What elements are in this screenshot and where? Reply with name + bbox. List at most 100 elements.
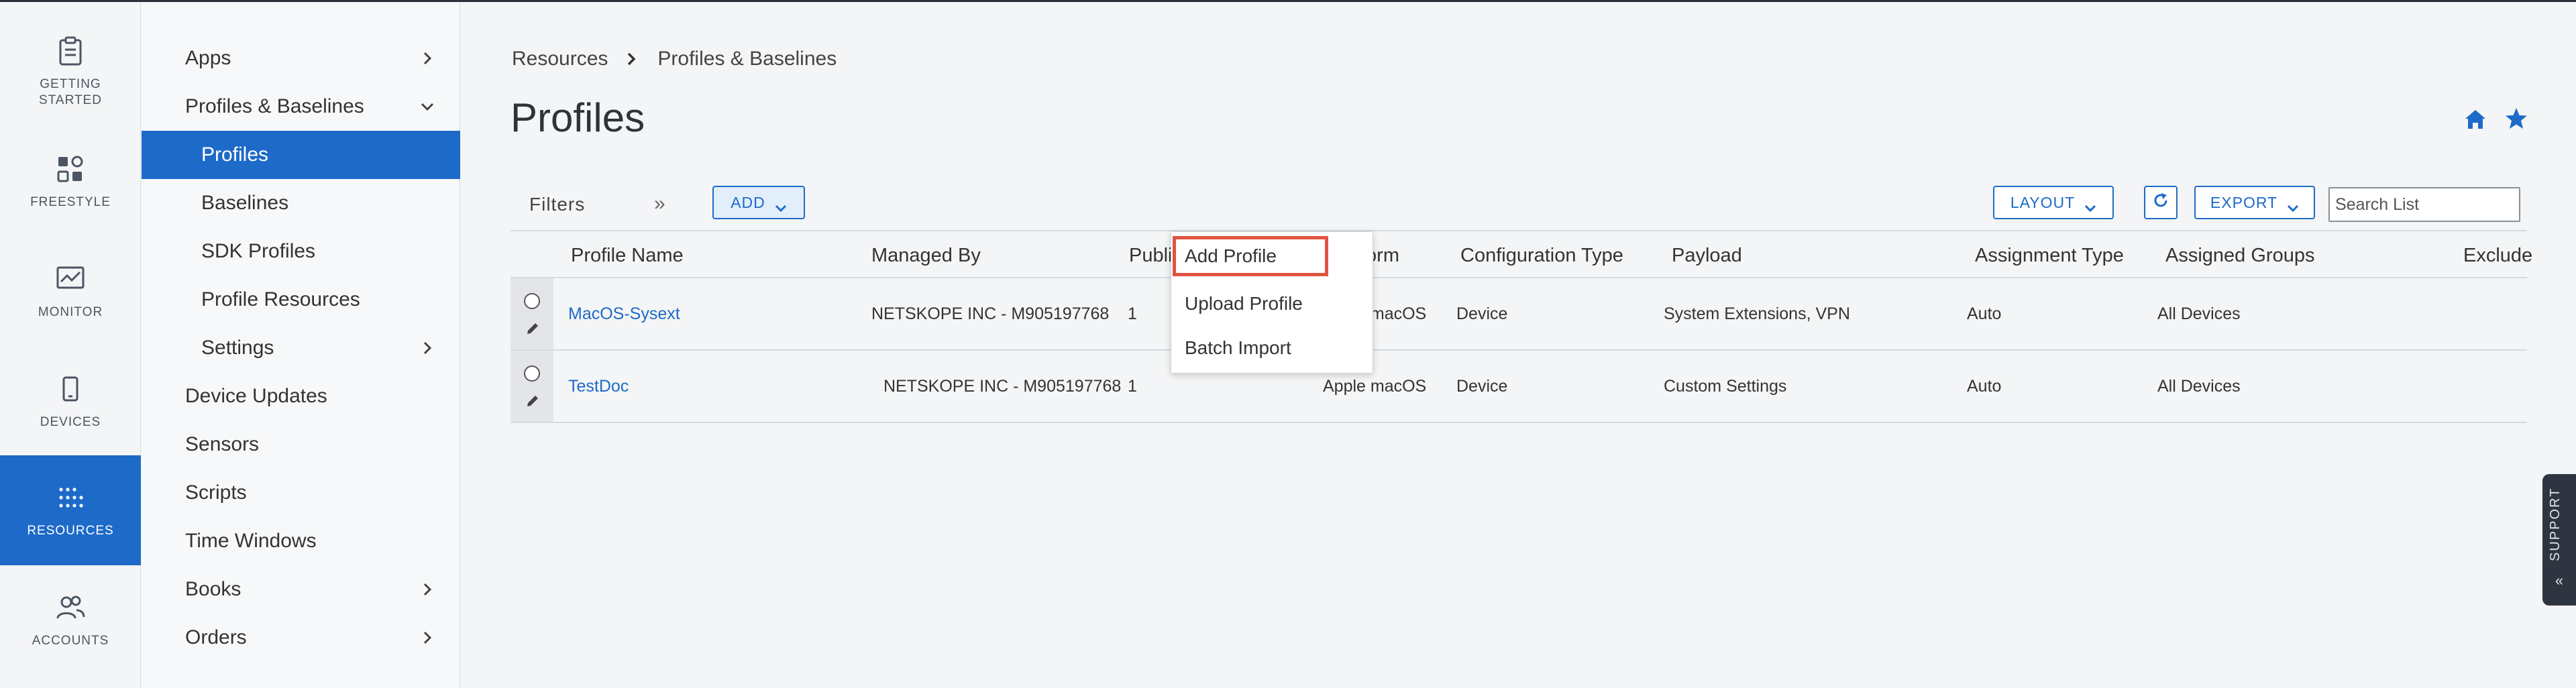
rail-item-devices[interactable]: DEVICES xyxy=(0,347,141,457)
rail-item-accounts[interactable]: ACCOUNTS xyxy=(0,565,141,675)
column-header-exclude[interactable]: Exclude xyxy=(2463,231,2532,280)
refresh-button[interactable] xyxy=(2144,186,2178,219)
nav-item-device-updates[interactable]: Device Updates xyxy=(142,372,460,420)
assignment-type-cell: Auto xyxy=(1967,376,2002,396)
table-header: Profile Name Managed By Published Versio… xyxy=(511,230,2532,280)
rail-label: ACCOUNTS xyxy=(32,634,109,648)
export-button[interactable]: EXPORT xyxy=(2194,186,2315,219)
nav-item-sdk-profiles[interactable]: SDK Profiles xyxy=(142,227,460,276)
nav-item-label: Orders xyxy=(185,626,247,648)
configuration-type-cell: Device xyxy=(1456,304,1508,323)
star-icon[interactable] xyxy=(2504,107,2528,131)
nav-item-label: Baselines xyxy=(201,192,289,214)
freestyle-icon xyxy=(54,153,87,185)
column-header-payload[interactable]: Payload xyxy=(1672,231,1742,280)
nav-item-books[interactable]: Books xyxy=(142,565,460,614)
rail-item-getting-started[interactable]: GETTING STARTED xyxy=(0,17,141,127)
nav-item-label: Profile Resources xyxy=(201,288,360,310)
support-tab[interactable]: SUPPORT « xyxy=(2542,474,2576,606)
clipboard-icon xyxy=(54,35,87,67)
chevron-down-icon xyxy=(420,99,435,114)
layout-button-label: LAYOUT xyxy=(2010,193,2076,211)
left-icon-rail: GETTING STARTED FREESTYLE MONITOR DEVICES… xyxy=(0,2,141,688)
breadcrumb-resources[interactable]: Resources xyxy=(512,48,608,70)
home-icon[interactable] xyxy=(2464,108,2487,131)
column-header-configuration-type[interactable]: Configuration Type xyxy=(1460,231,1623,280)
row-select-radio[interactable] xyxy=(524,293,540,309)
payload-cell: Custom Settings xyxy=(1664,376,1787,396)
rail-item-monitor[interactable]: MONITOR xyxy=(0,237,141,347)
phone-icon xyxy=(54,373,87,405)
add-button[interactable]: ADD xyxy=(712,186,805,219)
row-controls xyxy=(511,351,553,422)
profile-name-link[interactable]: TestDoc xyxy=(568,351,629,422)
nav-item-label: Time Windows xyxy=(185,530,317,552)
nav-item-time-windows[interactable]: Time Windows xyxy=(142,517,460,565)
pencil-icon[interactable] xyxy=(525,394,540,408)
chevron-down-icon xyxy=(2287,198,2299,213)
rail-item-freestyle[interactable]: FREESTYLE xyxy=(0,127,141,237)
pencil-icon[interactable] xyxy=(525,321,540,336)
row-select-radio[interactable] xyxy=(524,365,540,382)
chevron-right-icon xyxy=(627,52,639,66)
nav-item-label: Settings xyxy=(201,337,274,359)
breadcrumb: Resources Profiles & Baselines xyxy=(512,48,837,70)
expand-filters-icon[interactable]: » xyxy=(654,194,674,214)
column-header-profile-name[interactable]: Profile Name xyxy=(571,231,684,280)
main-content: Resources Profiles & Baselines Profiles … xyxy=(461,2,2576,688)
nav-item-label: Profiles xyxy=(201,144,269,166)
chevron-down-icon xyxy=(775,198,787,213)
users-icon xyxy=(54,591,87,624)
payload-cell: System Extensions, VPN xyxy=(1664,304,1850,323)
secondary-nav: Apps Profiles & Baselines Profiles Basel… xyxy=(142,2,460,688)
chevron-right-icon xyxy=(420,341,435,355)
rail-label: GETTING STARTED xyxy=(39,77,102,107)
nav-item-label: Device Updates xyxy=(185,385,327,407)
chevron-down-icon xyxy=(2084,198,2096,213)
column-header-assigned-groups[interactable]: Assigned Groups xyxy=(2165,231,2314,280)
assigned-groups-cell: All Devices xyxy=(2157,376,2241,396)
nav-item-label: SDK Profiles xyxy=(201,240,316,262)
nav-item-label: Books xyxy=(185,578,241,600)
rail-label: MONITOR xyxy=(38,305,103,319)
published-version-cell: 1 xyxy=(1128,376,1137,396)
rail-label: RESOURCES xyxy=(27,524,114,538)
monitor-icon xyxy=(54,263,87,295)
add-dropdown-menu: Add Profile Upload Profile Batch Import xyxy=(1171,231,1373,374)
filters-label[interactable]: Filters xyxy=(529,194,585,215)
configuration-type-cell: Device xyxy=(1456,376,1508,396)
breadcrumb-current: Profiles & Baselines xyxy=(657,48,837,70)
layout-button[interactable]: LAYOUT xyxy=(1993,186,2114,219)
chevron-right-icon xyxy=(420,630,435,645)
table-row[interactable]: MacOS-Sysext NETSKOPE INC - M905197768 1… xyxy=(511,278,2527,351)
support-label: SUPPORT xyxy=(2548,487,2563,561)
nav-item-profile-resources[interactable]: Profile Resources xyxy=(142,276,460,324)
double-chevron-icon: « xyxy=(2555,572,2564,589)
nav-item-profiles[interactable]: Profiles xyxy=(142,131,460,179)
chevron-right-icon xyxy=(420,582,435,597)
rail-item-resources[interactable]: RESOURCES xyxy=(0,455,141,565)
nav-item-apps[interactable]: Apps xyxy=(142,34,460,82)
column-header-managed-by[interactable]: Managed By xyxy=(871,231,981,280)
nav-item-label: Profiles & Baselines xyxy=(185,95,364,117)
search-input[interactable] xyxy=(2328,187,2520,222)
nav-item-settings[interactable]: Settings xyxy=(142,324,460,372)
grid-dots-icon xyxy=(54,481,87,514)
rail-label: FREESTYLE xyxy=(30,195,111,209)
page-title: Profiles xyxy=(511,95,645,140)
row-controls xyxy=(511,278,553,349)
nav-item-baselines[interactable]: Baselines xyxy=(142,179,460,227)
menu-item-batch-import[interactable]: Batch Import xyxy=(1171,327,1373,369)
table-row[interactable]: TestDoc NETSKOPE INC - M905197768 1 Appl… xyxy=(511,351,2527,423)
profile-name-link[interactable]: MacOS-Sysext xyxy=(568,278,680,349)
nav-item-scripts[interactable]: Scripts xyxy=(142,469,460,517)
nav-item-profiles-baselines[interactable]: Profiles & Baselines xyxy=(142,82,460,131)
nav-item-label: Sensors xyxy=(185,433,260,455)
nav-item-sensors[interactable]: Sensors xyxy=(142,420,460,469)
managed-by-cell: NETSKOPE INC - M905197768 xyxy=(871,304,1110,323)
export-button-label: EXPORT xyxy=(2210,193,2278,211)
menu-item-upload-profile[interactable]: Upload Profile xyxy=(1171,283,1373,325)
menu-item-add-profile[interactable]: Add Profile xyxy=(1173,236,1328,276)
column-header-assignment-type[interactable]: Assignment Type xyxy=(1975,231,2124,280)
nav-item-orders[interactable]: Orders xyxy=(142,614,460,662)
